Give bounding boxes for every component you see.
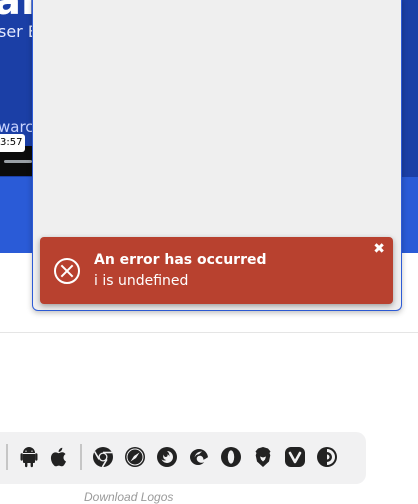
close-icon[interactable]: ✖ (373, 241, 385, 257)
brave-icon[interactable] (250, 444, 276, 470)
error-toast: An error has occurred i is undefined ✖ (40, 237, 393, 304)
logo-separator (80, 444, 82, 470)
download-logos-link[interactable]: Download Logos (84, 490, 173, 504)
vivaldi-icon[interactable] (282, 444, 308, 470)
error-title: An error has occurred (94, 252, 267, 268)
browser-logos-bar (0, 432, 366, 484)
video-time-badge: 3:57 (0, 134, 26, 152)
android-icon[interactable] (16, 444, 42, 470)
logo-separator (6, 444, 8, 470)
video-progress-bar[interactable] (4, 160, 32, 163)
apple-icon[interactable] (46, 444, 72, 470)
firefox-icon[interactable] (154, 444, 180, 470)
edge-icon[interactable] (186, 444, 212, 470)
safari-icon[interactable] (122, 444, 148, 470)
opera-icon[interactable] (218, 444, 244, 470)
section-divider (0, 332, 418, 333)
error-message: i is undefined (94, 273, 189, 289)
chrome-icon[interactable] (90, 444, 116, 470)
tor-icon[interactable] (314, 444, 340, 470)
error-circle-x-icon (54, 258, 80, 284)
